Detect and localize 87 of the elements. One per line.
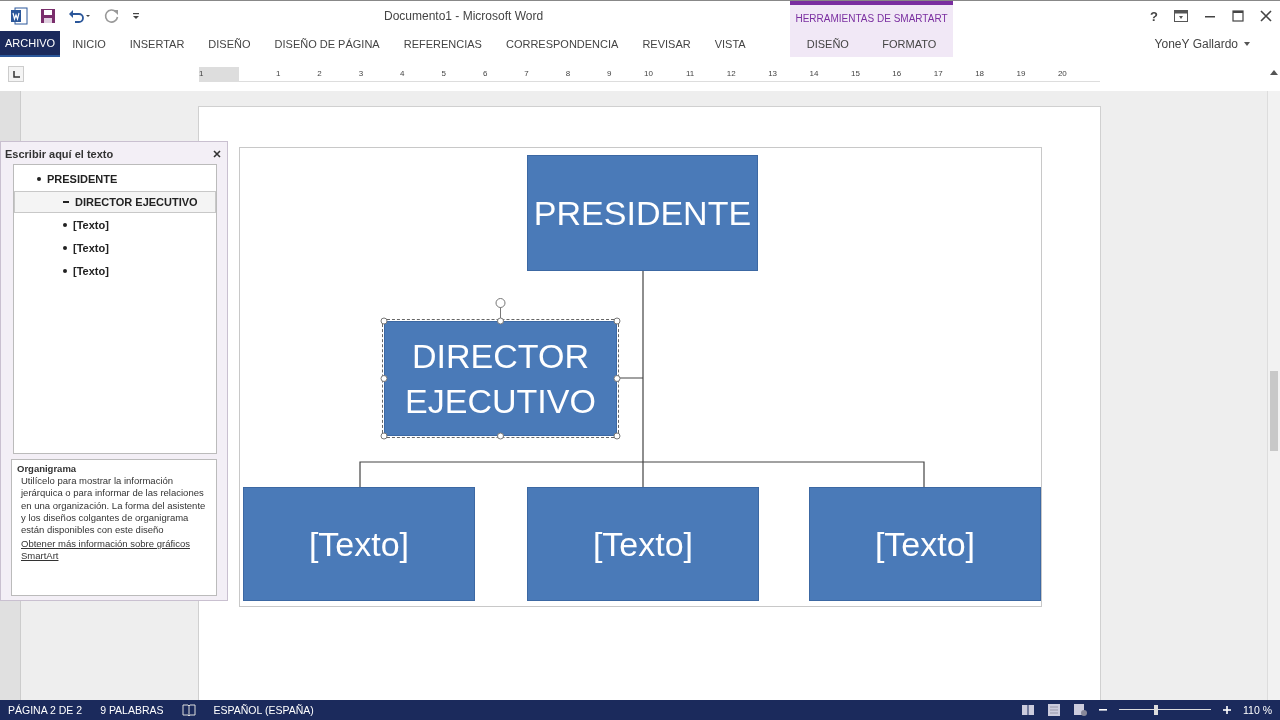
web-layout-icon[interactable]	[1073, 704, 1087, 716]
bullet-icon	[63, 269, 67, 273]
org-chart-box[interactable]: DIRECTOR EJECUTIVO	[384, 321, 617, 436]
bullet-icon	[63, 223, 67, 227]
outline-item[interactable]: PRESIDENTE	[14, 168, 216, 190]
outline-text: DIRECTOR EJECUTIVO	[75, 196, 198, 208]
bullet-icon	[37, 177, 41, 181]
save-icon[interactable]	[40, 8, 56, 24]
pane-title: Escribir aquí el texto	[5, 148, 114, 160]
ruler-number: 9	[606, 67, 612, 80]
smartart-frame[interactable]: PRESIDENTE DIRECTOR EJECUTIVO [Texto] [Texto] [Texto]	[239, 147, 1042, 607]
file-tab[interactable]: ARCHIVO	[0, 31, 61, 57]
ribbon-tab[interactable]: VISTA	[702, 31, 758, 57]
outline-item[interactable]: [Texto]	[14, 237, 216, 259]
bullet-icon	[63, 246, 67, 250]
ruler-number: 4	[399, 67, 405, 80]
user-name[interactable]: YoneY Gallardo	[1154, 37, 1238, 51]
contextual-tab-group-label: HERRAMIENTAS DE SMARTART	[790, 1, 953, 31]
org-chart-box[interactable]: PRESIDENTE	[527, 155, 758, 271]
ruler-number: 11	[685, 67, 695, 80]
tab-selector-button[interactable]	[8, 66, 24, 82]
outline-text: [Texto]	[73, 219, 109, 231]
ribbon-tab[interactable]: DISEÑO	[796, 31, 859, 57]
ruler-number: 6	[481, 67, 488, 80]
ribbon-tab[interactable]: FORMATO	[872, 31, 947, 57]
maximize-icon[interactable]	[1232, 10, 1244, 22]
zoom-slider-thumb[interactable]	[1153, 705, 1158, 715]
customize-caret-icon[interactable]	[132, 11, 140, 21]
print-layout-icon[interactable]	[1047, 704, 1061, 716]
word-logo-icon[interactable]	[10, 7, 28, 25]
close-icon[interactable]	[213, 150, 221, 158]
outline-item[interactable]: DIRECTOR EJECUTIVO	[14, 191, 216, 213]
caret-icon[interactable]	[1244, 42, 1250, 46]
proofing-book-icon[interactable]	[181, 704, 196, 716]
outline-text: PRESIDENTE	[47, 173, 118, 185]
org-chart-box[interactable]: [Texto]	[809, 487, 1041, 601]
ruler-number: 7	[523, 67, 529, 80]
outline-text: [Texto]	[73, 242, 109, 254]
ribbon-tab[interactable]: DISEÑO	[196, 31, 263, 57]
vertical-scrollbar[interactable]	[1267, 91, 1280, 700]
ruler-number: 1	[199, 66, 239, 81]
zoom-out-icon[interactable]	[1099, 706, 1107, 714]
ruler-number: 18	[974, 67, 985, 80]
ruler-number: 1	[274, 67, 281, 80]
close-icon[interactable]	[1260, 10, 1272, 22]
ruler-number: 14	[808, 67, 819, 80]
tab-stop-icon	[12, 70, 20, 78]
ruler-number: 10	[643, 67, 653, 80]
ribbon-tab[interactable]: REFERENCIAS	[391, 31, 494, 57]
ruler-number: 12	[725, 67, 736, 80]
read-mode-icon[interactable]	[1021, 704, 1035, 716]
ruler-number: 17	[932, 67, 943, 80]
ribbon-tab[interactable]: REVISAR	[630, 31, 703, 57]
outline-text: [Texto]	[73, 265, 109, 277]
zoom-in-icon[interactable]	[1223, 706, 1231, 714]
ruler-number: 19	[1015, 67, 1026, 80]
outline-list[interactable]: PRESIDENTE DIRECTOR EJECUTIVO [Texto] [Texto] [Texto]	[13, 164, 217, 454]
dash-bullet-icon	[63, 201, 69, 203]
ribbon-tab[interactable]: DISEÑO DE PÁGINA	[262, 31, 392, 57]
org-chart-box[interactable]: [Texto]	[243, 487, 475, 601]
ruler-number: 16	[891, 67, 902, 80]
ruler-number: 20	[1056, 67, 1067, 80]
zoom-level[interactable]: 110 %	[1243, 704, 1272, 716]
ribbon-tab[interactable]: CORRESPONDENCIA	[493, 31, 631, 57]
ribbon-display-options-icon[interactable]	[1174, 10, 1188, 22]
ruler-number: 2	[316, 67, 322, 80]
window-title: Documento1 - Microsoft Word	[384, 9, 544, 23]
ruler-number: 15	[849, 67, 860, 80]
description-text: Utilícelo para mostrar la información jerárquica o para informar de las relaciones en una organización. La forma del asistente y los diseños colgantes de organigrama están disponibles con este diseño	[19, 475, 207, 537]
ribbon-tab[interactable]: INSERTAR	[117, 31, 197, 57]
more-info-link[interactable]: Obtener más información sobre gráficos SmartArt	[17, 537, 211, 563]
description-title: Organigrama	[17, 463, 78, 474]
scroll-up-icon[interactable]	[1270, 69, 1278, 75]
ruler-number: 13	[767, 67, 778, 80]
help-button[interactable]: ?	[1150, 8, 1158, 24]
word-count[interactable]: 9 PALABRAS	[100, 704, 164, 716]
page-count[interactable]: PÁGINA 2 DE 2	[8, 704, 83, 716]
outline-item[interactable]: [Texto]	[14, 214, 216, 236]
ribbon-tab[interactable]: INICIO	[60, 31, 118, 57]
outline-item[interactable]: [Texto]	[14, 260, 216, 282]
redo-icon[interactable]	[104, 8, 120, 24]
ruler-number: 5	[440, 67, 446, 80]
ruler-number: 3	[357, 67, 364, 80]
language[interactable]: ESPAÑOL (ESPAÑA)	[213, 704, 314, 716]
undo-icon[interactable]	[68, 8, 92, 24]
org-chart-box[interactable]: [Texto]	[527, 487, 759, 601]
ruler-number: 8	[564, 67, 571, 80]
